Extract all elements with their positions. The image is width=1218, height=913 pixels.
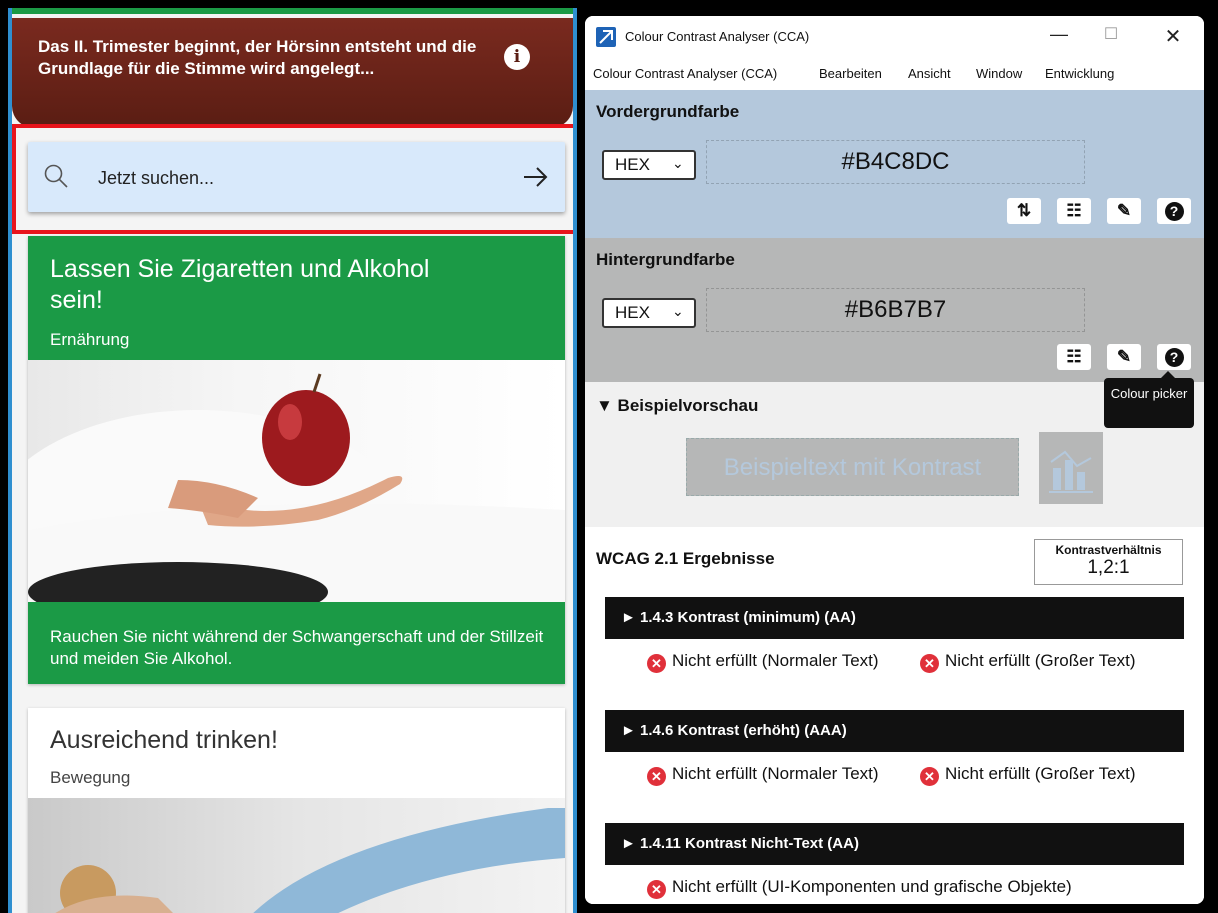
background-hex-input[interactable]: #B6B7B7: [706, 288, 1085, 332]
article-card[interactable]: Lassen Sie Zigaretten und Alkohol sein! …: [28, 236, 565, 684]
result-normal-text: ✕ Nicht erfüllt (Normaler Text): [647, 764, 887, 786]
results-section: WCAG 2.1 Ergebnisse Kontrastverhältnis 1…: [585, 527, 1204, 904]
card-category: Ernährung: [50, 330, 130, 349]
article-card[interactable]: Ausreichend trinken! Bewegung: [28, 708, 565, 913]
info-icon[interactable]: i: [504, 44, 530, 70]
menu-edit[interactable]: Bearbeiten: [819, 66, 882, 81]
sliders-icon[interactable]: ☷: [1057, 198, 1091, 224]
menu-window[interactable]: Window: [976, 66, 1022, 81]
foreground-section: Vordergrundfarbe HEX ⌄ #B4C8DC ⇅ ☷ ✎ ?: [585, 90, 1204, 238]
card-category: Bewegung: [50, 768, 131, 787]
fail-icon: ✕: [920, 654, 939, 673]
foreground-title: Vordergrundfarbe: [596, 102, 740, 121]
background-section: Hintergrundfarbe HEX ⌄ #B6B7B7 ☷ ✎ ?: [585, 238, 1204, 382]
window-title: Colour Contrast Analyser (CCA): [625, 29, 810, 44]
criterion-1-4-11-results: ✕ Nicht erfüllt (UI-Komponenten und grafi…: [585, 877, 1204, 904]
result-normal-text: ✕ Nicht erfüllt (Normaler Text): [647, 651, 887, 673]
preview-toggle[interactable]: ▼ Beispielvorschau: [596, 396, 758, 416]
criterion-1-4-3-results: ✕ Nicht erfüllt (Normaler Text) ✕ Nicht er…: [585, 651, 1204, 699]
result-text: Nicht erfüllt (Großer Text): [945, 651, 1136, 670]
top-accent: [12, 8, 573, 14]
foreground-hex-input[interactable]: #B4C8DC: [706, 140, 1085, 184]
result-large-text: ✕ Nicht erfüllt (Großer Text): [920, 764, 1190, 786]
help-icon[interactable]: ?: [1157, 198, 1191, 224]
background-format-select[interactable]: HEX ⌄: [602, 298, 696, 328]
app-window: Das II. Trimester beginnt, der Hörsinn e…: [8, 8, 577, 913]
criterion-1-4-11-toggle[interactable]: ► 1.4.11 Kontrast Nicht-Text (AA): [605, 823, 1184, 865]
exercise-image: [28, 798, 565, 913]
criterion-1-4-6-toggle[interactable]: ► 1.4.6 Kontrast (erhöht) (AAA): [605, 710, 1184, 752]
result-text: Nicht erfüllt (Normaler Text): [672, 651, 879, 670]
results-title: WCAG 2.1 Ergebnisse: [596, 549, 775, 568]
fail-icon: ✕: [647, 654, 666, 673]
criterion-1-4-3-toggle[interactable]: ► 1.4.3 Kontrast (minimum) (AA): [605, 597, 1184, 639]
minimize-button[interactable]: —: [1044, 24, 1074, 48]
menu-development[interactable]: Entwicklung: [1045, 66, 1114, 81]
result-text: Nicht erfüllt (UI-Komponenten und grafis…: [672, 877, 1072, 896]
swap-colors-button[interactable]: ⇅: [1007, 198, 1041, 224]
colour-picker-tooltip: Colour picker: [1104, 371, 1194, 428]
maximize-button[interactable]: ☐: [1096, 24, 1126, 48]
card-title: Ausreichend trinken!: [50, 726, 278, 754]
fail-icon: ✕: [647, 767, 666, 786]
contrast-ratio-box: Kontrastverhältnis 1,2:1: [1034, 539, 1183, 585]
contrast-ratio-label: Kontrastverhältnis: [1055, 543, 1162, 557]
card-title: Lassen Sie Zigaretten und Alkohol sein!: [50, 255, 430, 314]
fail-icon: ✕: [647, 880, 666, 899]
fail-icon: ✕: [920, 767, 939, 786]
result-text: Nicht erfüllt (Normaler Text): [672, 764, 879, 783]
criterion-1-4-6-results: ✕ Nicht erfüllt (Normaler Text) ✕ Nicht er…: [585, 764, 1204, 812]
result-large-text: ✕ Nicht erfüllt (Großer Text): [920, 651, 1190, 673]
chevron-down-icon: ⌄: [672, 303, 684, 319]
app-screen: Das II. Trimester beginnt, der Hörsinn e…: [12, 8, 573, 913]
search-highlight-frame: [12, 124, 573, 234]
title-bar[interactable]: Colour Contrast Analyser (CCA) — ☐ ✕: [585, 16, 1204, 58]
background-format-value: HEX: [615, 303, 650, 322]
trimester-banner[interactable]: Das II. Trimester beginnt, der Hörsinn e…: [12, 18, 573, 128]
close-button[interactable]: ✕: [1158, 24, 1188, 48]
apple-pregnancy-image: [28, 360, 565, 602]
foreground-format-select[interactable]: HEX ⌄: [602, 150, 696, 180]
result-text: Nicht erfüllt (Großer Text): [945, 764, 1136, 783]
chevron-down-icon: ⌄: [672, 155, 684, 171]
card-footer: Rauchen Sie nicht während der Schwangers…: [28, 602, 565, 684]
foreground-format-value: HEX: [615, 155, 650, 174]
banner-text: Das II. Trimester beginnt, der Hörsinn e…: [38, 37, 477, 78]
eyedropper-icon[interactable]: ✎: [1107, 198, 1141, 224]
cca-app-icon: [596, 27, 616, 47]
result-ui-components: ✕ Nicht erfüllt (UI-Komponenten und grafi…: [647, 877, 1187, 899]
help-icon[interactable]: ?: [1157, 344, 1191, 370]
preview-sample-text: Beispieltext mit Kontrast: [686, 438, 1019, 496]
chart-icon: [1039, 432, 1103, 504]
contrast-ratio-value: 1,2:1: [1087, 557, 1130, 578]
menu-view[interactable]: Ansicht: [908, 66, 951, 81]
card-description: Rauchen Sie nicht während der Schwangers…: [50, 627, 544, 668]
card-header: Lassen Sie Zigaretten und Alkohol sein! …: [28, 236, 565, 360]
menu-bar: Colour Contrast Analyser (CCA) Bearbeite…: [585, 62, 1204, 86]
menu-cca[interactable]: Colour Contrast Analyser (CCA): [593, 66, 777, 81]
background-title: Hintergrundfarbe: [596, 250, 735, 269]
sliders-icon[interactable]: ☷: [1057, 344, 1091, 370]
eyedropper-icon[interactable]: ✎: [1107, 344, 1141, 370]
cca-window: Colour Contrast Analyser (CCA) — ☐ ✕ Col…: [585, 16, 1204, 904]
